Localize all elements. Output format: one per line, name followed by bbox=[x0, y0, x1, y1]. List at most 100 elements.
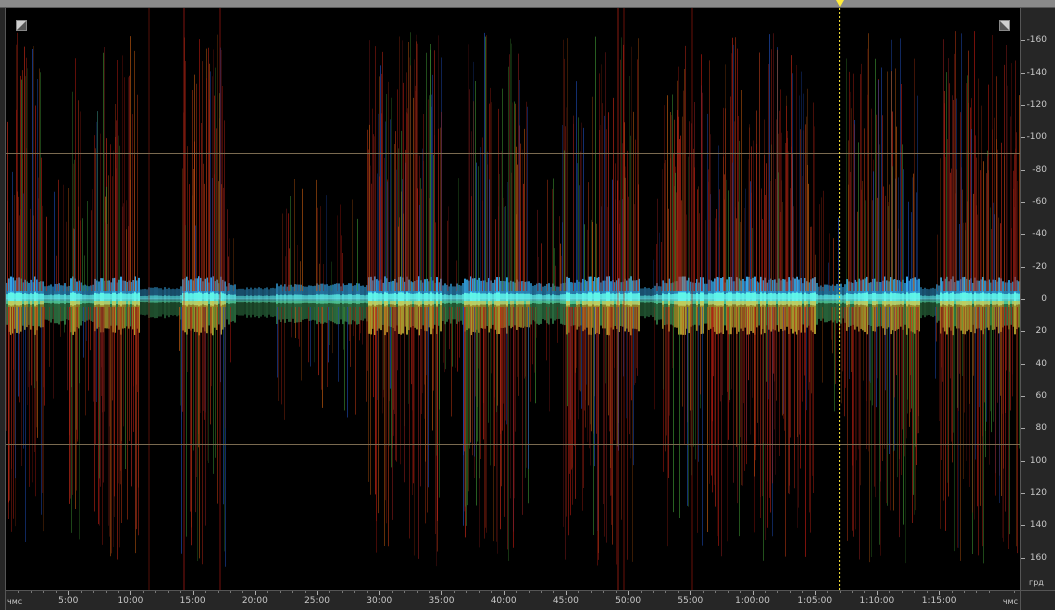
time-tick bbox=[68, 591, 70, 595]
degree-tick bbox=[1021, 40, 1025, 42]
time-minor-tick bbox=[93, 591, 95, 593]
glow-lower bbox=[930, 301, 932, 317]
time-minor-tick bbox=[391, 591, 393, 593]
glow-lower bbox=[158, 301, 160, 317]
glow-lower bbox=[656, 301, 658, 325]
glow-lower bbox=[924, 301, 926, 318]
glow-lower bbox=[282, 301, 284, 320]
degree-ruler[interactable]: -160 -140 -120 -100 -80 -60 -40 -20 0 20 40 60 80 100… bbox=[1020, 8, 1055, 590]
glow-lower bbox=[676, 301, 678, 328]
time-minor-tick bbox=[80, 591, 82, 593]
degree-label: 120 bbox=[1029, 488, 1047, 498]
degree-tick bbox=[1021, 428, 1025, 430]
time-minor-tick bbox=[715, 591, 717, 593]
glow-lower bbox=[674, 301, 676, 328]
glow-lower bbox=[340, 301, 342, 320]
time-minor-tick bbox=[180, 591, 182, 593]
time-minor-tick bbox=[988, 591, 990, 593]
time-minor-tick bbox=[453, 591, 455, 593]
glow-lower bbox=[302, 301, 304, 320]
glow-lower bbox=[256, 301, 258, 317]
time-label: 15:00 bbox=[179, 596, 206, 606]
glow-lower bbox=[246, 301, 248, 318]
glow-lower bbox=[288, 301, 290, 322]
glow-lower bbox=[58, 301, 60, 325]
glow-lower bbox=[864, 301, 866, 332]
glow-lower bbox=[142, 301, 144, 315]
phase-spectrum-plot[interactable] bbox=[6, 8, 1020, 590]
degree-tick bbox=[1021, 266, 1025, 268]
glow-lower bbox=[816, 301, 818, 325]
time-tick bbox=[130, 591, 132, 595]
glow-lower bbox=[272, 301, 274, 318]
glow-lower bbox=[156, 301, 158, 319]
time-minor-tick bbox=[827, 591, 829, 593]
degree-tick bbox=[1021, 137, 1025, 139]
time-minor-tick bbox=[964, 591, 965, 593]
time-minor-tick bbox=[553, 591, 555, 593]
glow-lower bbox=[268, 301, 270, 315]
time-minor-tick bbox=[117, 591, 119, 593]
glow-lower bbox=[402, 301, 404, 334]
time-tick bbox=[317, 591, 319, 595]
glow-lower bbox=[228, 301, 230, 325]
glow-lower bbox=[54, 301, 56, 324]
zoom-corner-icon[interactable] bbox=[16, 20, 27, 31]
glow-lower bbox=[234, 301, 236, 323]
glow-lower bbox=[648, 301, 650, 318]
degree-label: 140 bbox=[1029, 520, 1047, 531]
glow-lower bbox=[286, 301, 288, 319]
phase-spectrum-window: -160 -140 -120 -100 -80 -60 -40 -20 0 20 40 60 80 100… bbox=[0, 0, 1055, 610]
time-minor-tick bbox=[852, 591, 854, 593]
time-minor-tick bbox=[540, 591, 542, 593]
glow-lower bbox=[660, 301, 662, 320]
glow-lower bbox=[356, 301, 358, 325]
glow-lower bbox=[824, 301, 826, 323]
glow-lower bbox=[236, 301, 238, 315]
time-minor-tick bbox=[167, 591, 169, 593]
time-minor-tick bbox=[764, 591, 766, 593]
glow-lower bbox=[262, 301, 264, 315]
glow-lower bbox=[542, 301, 544, 319]
glow-lower bbox=[166, 301, 168, 316]
time-minor-tick bbox=[429, 591, 431, 593]
degree-label: 20 bbox=[1035, 326, 1047, 337]
degree-tick bbox=[1021, 72, 1025, 74]
glow-lower bbox=[922, 301, 924, 316]
glow-lower bbox=[146, 301, 148, 315]
glow-lower bbox=[324, 301, 326, 323]
playhead-triangle-icon[interactable] bbox=[835, 0, 844, 7]
time-minor-tick bbox=[416, 591, 418, 593]
time-tick bbox=[752, 591, 754, 595]
zoom-corner-icon[interactable] bbox=[999, 20, 1010, 31]
time-tick bbox=[628, 591, 630, 595]
glow-lower bbox=[820, 301, 822, 321]
time-minor-tick bbox=[914, 591, 916, 593]
glow-lower bbox=[826, 301, 828, 323]
glow-lower bbox=[80, 301, 82, 326]
degree-unit-label: грд bbox=[1029, 578, 1044, 587]
time-label: 1:05:00 bbox=[797, 596, 833, 606]
top-scroll-bar[interactable] bbox=[0, 0, 1055, 8]
glow-lower bbox=[380, 301, 382, 331]
time-minor-tick bbox=[901, 591, 903, 593]
glow-lower bbox=[440, 301, 442, 332]
glow-lower bbox=[296, 301, 298, 323]
glow-lower bbox=[306, 301, 308, 319]
glow-lower bbox=[248, 301, 250, 316]
degree-label: -20 bbox=[1032, 261, 1047, 272]
degree-label: 100 bbox=[1029, 455, 1047, 466]
glow-lower bbox=[254, 301, 256, 318]
time-ruler[interactable]: 5:00 10:00 15:00 20:00 25:00 30:00 35:00 40:00 4… bbox=[6, 590, 1020, 610]
glow-lower bbox=[162, 301, 164, 315]
time-minor-tick bbox=[789, 591, 791, 593]
time-tick bbox=[690, 591, 692, 595]
time-minor-tick bbox=[802, 591, 804, 593]
spectrum-view[interactable] bbox=[6, 8, 1020, 590]
time-minor-tick bbox=[615, 591, 617, 593]
time-minor-tick bbox=[864, 591, 866, 593]
degree-label: -140 bbox=[1026, 67, 1047, 78]
time-tick bbox=[814, 591, 816, 595]
glow-lower bbox=[364, 301, 366, 319]
degree-label: -60 bbox=[1032, 197, 1047, 207]
